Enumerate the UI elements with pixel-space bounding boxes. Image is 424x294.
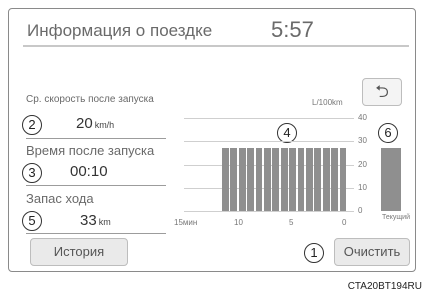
callout-3: 3 (22, 163, 42, 183)
history-bar (255, 148, 263, 211)
history-bar (264, 148, 271, 211)
history-bar (272, 148, 280, 211)
history-bar (247, 148, 255, 211)
back-button[interactable]: ⮌ (362, 78, 402, 106)
time-since-start-label: Время после запуска (26, 143, 155, 158)
x-tick-label: 15мин (174, 218, 198, 227)
history-bar (297, 148, 305, 211)
time-since-start-value: 00:10 (70, 163, 108, 180)
y-tick-label: 20 (358, 159, 367, 169)
field-divider (26, 233, 166, 234)
avg-speed-value: 20 km/h (76, 115, 115, 132)
history-bar (339, 148, 347, 211)
clear-button[interactable]: Очистить (334, 238, 410, 266)
history-bar (289, 148, 297, 211)
history-bar (230, 148, 238, 211)
callout-4: 4 (277, 123, 297, 143)
image-code: CTA20BT194RU (347, 281, 422, 292)
x-tick-label: 0 (342, 218, 347, 227)
unit-label: L/100km (312, 98, 343, 107)
callout-6: 6 (378, 123, 398, 143)
back-arrow-icon: ⮌ (375, 82, 389, 101)
avg-speed-label: Ср. скорость после запуска (26, 94, 154, 105)
history-bar (306, 148, 313, 211)
history-bar (280, 148, 288, 211)
range-label: Запас хода (26, 191, 94, 206)
callout-1: 1 (304, 243, 324, 263)
history-bar (322, 148, 330, 211)
x-tick-label: 5 (289, 218, 294, 227)
history-bar (222, 148, 229, 211)
y-tick-label: 10 (358, 182, 367, 192)
field-divider (26, 185, 166, 186)
y-tick-label: 30 (358, 136, 367, 146)
history-bar (238, 148, 246, 211)
y-tick-label: 0 (358, 206, 363, 215)
range-value: 33 km (80, 212, 111, 229)
history-bar (331, 148, 339, 211)
callout-5: 5 (22, 211, 42, 231)
history-bar (314, 148, 322, 211)
gridline (184, 118, 354, 119)
title-divider (23, 45, 409, 47)
field-divider (26, 138, 166, 139)
clock: 5:57 (271, 17, 314, 42)
page-title: Информация о поездке (27, 21, 213, 40)
current-label: Текущий (382, 214, 410, 221)
x-tick-label: 10 (234, 218, 243, 227)
history-button[interactable]: История (30, 238, 128, 266)
current-bar (381, 148, 401, 211)
y-tick-label: 40 (358, 113, 367, 122)
gridline (184, 141, 354, 143)
callout-2: 2 (22, 115, 42, 135)
gridline (184, 211, 354, 212)
